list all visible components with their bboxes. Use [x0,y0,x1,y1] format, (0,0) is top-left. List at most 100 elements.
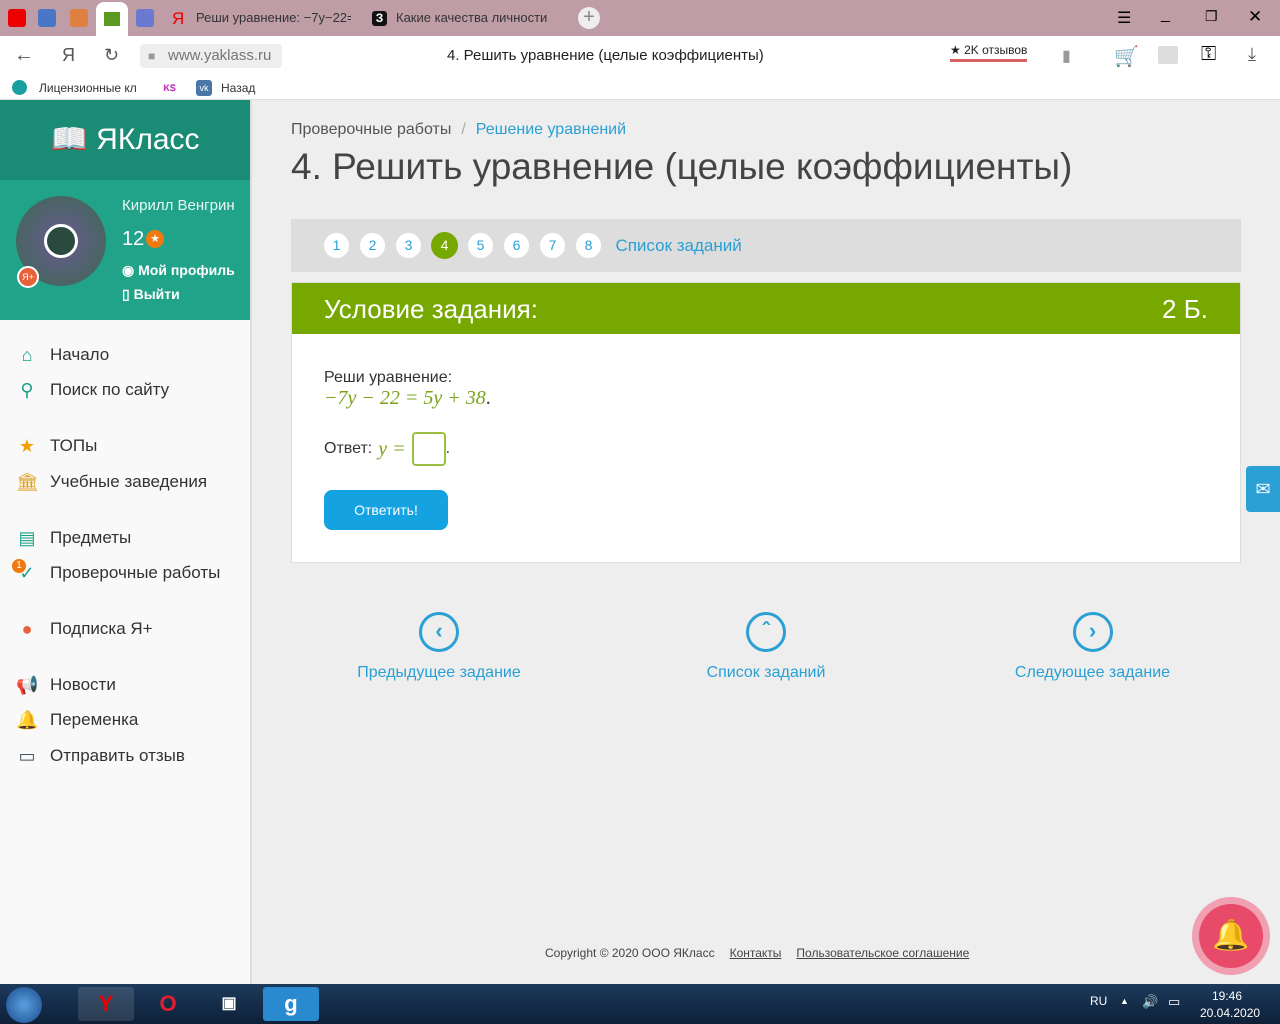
answer-input[interactable] [411,432,446,466]
opera-taskbar-icon[interactable]: O [140,987,196,1021]
copyright: Copyright © 2020 ООО ЯКласс [545,946,715,960]
back-icon[interactable]: ← [14,44,34,67]
contacts-link[interactable]: Контакты [730,946,782,960]
bookmark-back[interactable]: Назад [221,81,255,95]
yandex-home-icon[interactable]: Я [62,45,75,66]
mail-icon[interactable]: ✉ [1246,466,1280,512]
url-field[interactable]: ■ www.yaklass.ru [140,44,282,68]
feedback-icon: ▭ [18,746,36,766]
restore-button[interactable]: ❐ [1205,8,1218,25]
megaphone-icon: 📢 [16,675,39,695]
agreement-link[interactable]: Пользовательское соглашение [796,946,969,960]
page-1[interactable]: 1 [323,232,350,259]
task-list-link[interactable]: Список заданий [615,236,741,255]
e-icon [12,80,27,95]
mail-tab-icon[interactable] [136,9,154,27]
sidebar-item-tests[interactable]: ✓ Проверочные работы [16,563,220,583]
active-tab[interactable] [96,2,128,36]
volume-icon[interactable]: 🔊 [1142,994,1158,1010]
sidebar-item-schools[interactable]: 🏛 Учебные заведения [16,472,207,492]
task-header-title: Условие задания: [324,294,538,324]
breadcrumb: Проверочные работы / Решение уравнений [291,121,627,138]
user-name[interactable]: Кирилл Венгрин [122,197,235,214]
language-indicator[interactable]: RU [1090,994,1107,1008]
sidebar-item-search[interactable]: ⚲ Поиск по сайту [16,380,169,400]
answer-label: Ответ: [324,440,373,457]
menu-icon[interactable]: ☰ [1117,8,1131,28]
sidebar-item-home[interactable]: ⌂ Начало [16,345,110,365]
logo-text: ЯКласс [96,123,200,156]
network-icon[interactable]: ▭ [1168,994,1180,1010]
clock-date[interactable]: 20.04.2020 [1200,1006,1260,1020]
taskbar: Y O ▣ g RU ▲ 🔊 ▭ 19:46 20.04.2020 [0,984,1280,1024]
page-7[interactable]: 7 [539,232,566,259]
yaplus-badge: Я+ [17,266,39,288]
chat-tab-icon[interactable] [38,9,56,27]
next-task-link[interactable]: › Следующее задание [1005,612,1180,682]
clock-time[interactable]: 19:46 [1212,989,1242,1003]
answer-var: y = [378,437,406,460]
task-pagination: 12345678 Список заданий [291,219,1241,272]
profile-panel: Я+ Кирилл Венгрин 12 ★ ◉ Мой профиль ▯ В… [0,180,250,320]
book-icon: ▤ [18,528,36,548]
breadcrumb-tests[interactable]: Проверочные работы [291,121,451,138]
extension-icon[interactable] [1158,46,1178,64]
star-icon: ★ [18,436,36,456]
start-button[interactable] [6,987,42,1023]
lock-icon: ■ [148,49,156,63]
chevron-right-icon: › [1072,612,1113,652]
sidebar-item-subjects[interactable]: ▤ Предметы [16,528,131,548]
yandex-taskbar-icon[interactable]: Y [78,987,134,1021]
sidebar: 📖 ЯКласс Я+ Кирилл Венгрин 12 ★ ◉ Мой пр… [0,100,252,984]
page-title: 4. Решить уравнение (целые коэффициенты) [291,146,1073,187]
sidebar-item-feedback[interactable]: ▭ Отправить отзыв [16,746,184,766]
notification-button[interactable]: 🔔 [1192,897,1270,975]
terminal-taskbar-icon[interactable]: ▣ [201,987,257,1021]
page-2[interactable]: 2 [359,232,386,259]
cart-icon[interactable]: 🛒 [1114,44,1139,69]
page-4-current[interactable]: 4 [431,232,458,259]
logout-link[interactable]: ▯ Выйти [122,286,180,303]
g-taskbar-icon[interactable]: g [263,987,319,1021]
url-text: www.yaklass.ru [168,47,272,64]
sidebar-item-break[interactable]: 🔔 Переменка [16,710,138,730]
building-icon: 🏛 [16,472,39,492]
yaplus-icon: ● [21,619,33,639]
footer: Copyright © 2020 ООО ЯКласс Контакты Польз… [545,946,969,960]
sidebar-item-news[interactable]: 📢 Новости [16,675,116,695]
page-6[interactable]: 6 [503,232,530,259]
my-profile-link[interactable]: ◉ Мой профиль [122,262,235,279]
znanija-icon: З [372,11,387,26]
bookmark-icon[interactable]: ▮ [1062,46,1071,66]
task-score: 2 Б. [1162,294,1208,324]
reviews-button[interactable]: ★ 2K отзывов [950,43,1028,62]
answer-row: Ответ: y =. [324,432,450,466]
sidebar-item-subscription[interactable]: ● Подписка Я+ [16,619,153,639]
new-tab-button[interactable]: + [578,7,600,29]
task-prompt: Реши уравнение: [324,369,453,386]
breadcrumb-equations[interactable]: Решение уравнений [476,121,626,138]
logo[interactable]: 📖 ЯКласс [0,100,250,180]
task-list-nav-link[interactable]: ˆ Список заданий [680,612,852,682]
close-button[interactable]: ✕ [1248,7,1262,27]
page-8[interactable]: 8 [575,232,602,259]
page-3[interactable]: 3 [395,232,422,259]
tab-znanija[interactable]: Какие качества личности [396,10,547,25]
key-icon[interactable]: ⚿ [1201,43,1216,66]
points: 12 [122,228,145,250]
bookmark-licenses[interactable]: Лицензионные кл [39,81,137,95]
vk-icon: vk [196,80,212,96]
equation: −7y − 22 = 5y + 38. [324,387,491,409]
tab-yandex[interactable]: Реши уравнение: −7y−22= [196,10,351,25]
fox-tab-icon[interactable] [70,9,88,27]
prev-task-link[interactable]: ‹ Предыдущее задание [349,612,529,682]
download-icon[interactable]: ⤓ [1248,44,1256,65]
reload-icon[interactable]: ↻ [104,45,119,66]
sidebar-item-tops[interactable]: ★ ТОПы [16,436,97,456]
youtube-tab-icon[interactable] [8,9,26,27]
submit-answer-button[interactable]: Ответить! [324,490,448,530]
bookmark-icon-pony[interactable]: ᴋꜱ [163,80,176,94]
tray-arrow-icon[interactable]: ▲ [1120,996,1129,1006]
page-5[interactable]: 5 [467,232,494,259]
minimize-button[interactable]: _ [1161,6,1170,24]
